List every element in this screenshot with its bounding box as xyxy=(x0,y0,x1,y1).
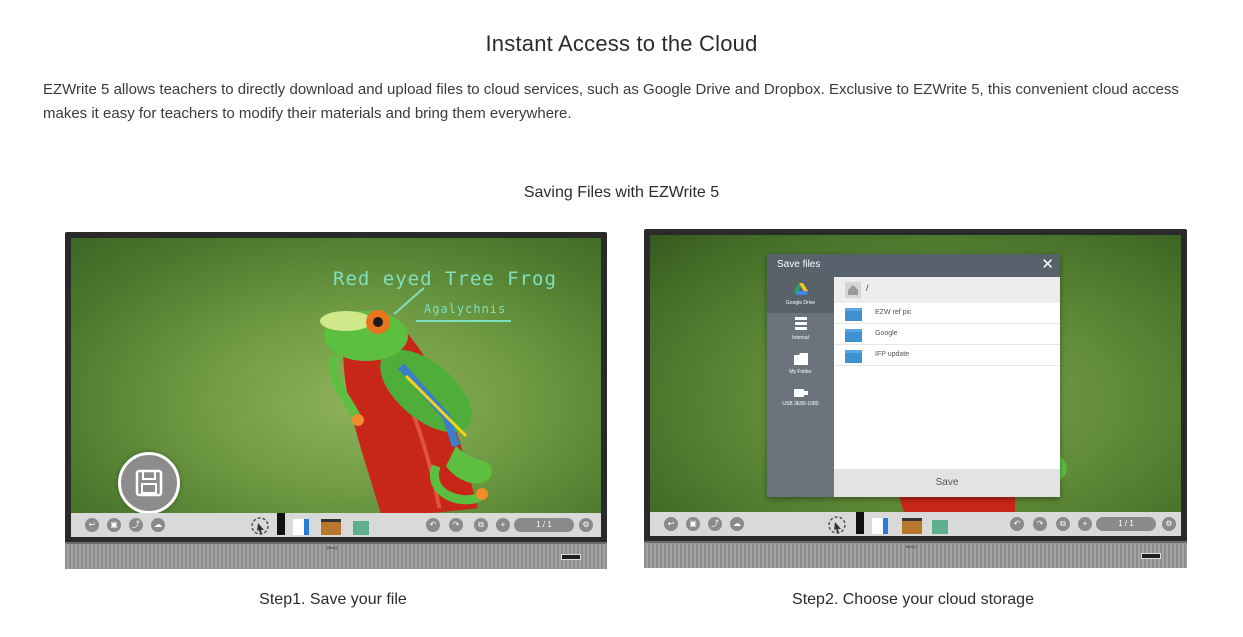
handwritten-underline xyxy=(416,320,511,322)
list-item[interactable]: IFP update xyxy=(834,346,1060,366)
step2-display-image: Save files ✕ Google Drive Internal My Fo… xyxy=(644,229,1187,568)
settings-icon[interactable]: ⚙ xyxy=(1162,517,1176,531)
cloud-icon[interactable]: ☁ xyxy=(730,517,744,531)
sidebar-item-usb[interactable]: USB 3E85-1080 xyxy=(767,389,834,407)
description: EZWrite 5 allows teachers to directly do… xyxy=(43,78,1208,126)
share-icon[interactable]: ⤴ xyxy=(129,518,143,532)
home-icon[interactable] xyxy=(845,282,861,298)
page-indicator[interactable]: 1 / 1 xyxy=(514,518,574,532)
pen-tool-icon[interactable] xyxy=(277,513,285,535)
sidebar-item-google-drive[interactable]: Google Drive xyxy=(767,277,834,313)
folder-icon xyxy=(845,329,862,342)
settings-icon[interactable]: ⚙ xyxy=(579,518,593,532)
handwritten-title: Red eyed Tree Frog xyxy=(333,268,557,290)
redo-icon[interactable]: ↷ xyxy=(449,518,463,532)
dialog-save-button[interactable]: Save xyxy=(834,477,1060,488)
step2-toolbar: ↩ ▣ ⤴ ☁ ↶ ↷ ⧉ + 1 / 1 ⚙ xyxy=(650,512,1181,536)
dialog-title: Save files xyxy=(777,259,821,270)
speaker-bar: BenQ xyxy=(65,542,607,569)
save-icon xyxy=(135,469,163,497)
sidebar-item-my-folder[interactable]: My Folder xyxy=(767,353,834,375)
cloud-icon[interactable]: ☁ xyxy=(151,518,165,532)
folder-icon xyxy=(845,308,862,321)
undo-icon[interactable]: ↶ xyxy=(426,518,440,532)
undo-icon[interactable]: ↶ xyxy=(1010,517,1024,531)
storage-sidebar: Google Drive Internal My Folder USB 3E85… xyxy=(767,277,834,497)
sidebar-label: USB 3E85-1080 xyxy=(782,401,819,407)
background-tool-icon[interactable] xyxy=(932,520,948,534)
close-icon[interactable]: ✕ xyxy=(1041,256,1054,274)
redo-icon[interactable]: ↷ xyxy=(1033,517,1047,531)
brand-logo: BenQ xyxy=(327,545,338,550)
handwritten-arrow xyxy=(393,287,425,315)
exit-icon[interactable]: ↩ xyxy=(85,518,99,532)
save-icon[interactable]: ▣ xyxy=(686,517,700,531)
share-icon[interactable]: ⤴ xyxy=(708,517,722,531)
description-line-1: EZWrite 5 allows teachers to directly do… xyxy=(43,81,1179,98)
file-name: EZW ref pic xyxy=(875,309,912,316)
google-drive-icon xyxy=(793,283,808,295)
pen-tool-icon[interactable] xyxy=(856,512,864,534)
add-page-icon[interactable]: + xyxy=(496,518,510,532)
sidebar-label: My Folder xyxy=(789,369,812,375)
power-button xyxy=(561,554,581,560)
step1-display-image: Red eyed Tree Frog Agalychnis ↩ ▣ ⤴ ☁ ↶ … xyxy=(65,232,607,569)
path-bar: / xyxy=(834,277,1060,303)
list-item[interactable]: Google xyxy=(834,325,1060,345)
brand-logo: BenQ xyxy=(906,544,917,549)
description-line-2: makes it easy for teachers to modify the… xyxy=(43,105,572,122)
frog-graphic xyxy=(320,310,492,505)
handwritten-subtitle: Agalychnis xyxy=(424,302,507,316)
sidebar-label: Internal xyxy=(792,335,809,341)
step2-caption: Step2. Choose your cloud storage xyxy=(792,591,1034,608)
dialog-save-bar[interactable]: Save xyxy=(834,469,1060,497)
pages-icon[interactable]: ⧉ xyxy=(474,518,488,532)
list-item[interactable]: EZW ref pic xyxy=(834,304,1060,324)
section-subtitle: Saving Files with EZWrite 5 xyxy=(523,184,720,201)
current-path: / xyxy=(866,283,869,293)
select-tool-icon[interactable] xyxy=(826,514,848,534)
step2-screen: Save files ✕ Google Drive Internal My Fo… xyxy=(650,235,1181,536)
file-name: IFP update xyxy=(875,351,910,358)
add-page-icon[interactable]: + xyxy=(1078,517,1092,531)
internal-storage-icon xyxy=(794,317,807,330)
pages-icon[interactable]: ⧉ xyxy=(1056,517,1070,531)
speaker-bar: BenQ xyxy=(644,541,1187,568)
toolbox-icon[interactable] xyxy=(902,518,922,534)
power-button xyxy=(1141,553,1161,559)
usb-icon xyxy=(793,389,808,397)
save-icon[interactable]: ▣ xyxy=(107,518,121,532)
step1-toolbar: ↩ ▣ ⤴ ☁ ↶ ↷ ⧉ + 1 / 1 ⚙ xyxy=(71,513,601,537)
step1-screen: Red eyed Tree Frog Agalychnis ↩ ▣ ⤴ ☁ ↶ … xyxy=(71,238,601,537)
select-tool-icon[interactable] xyxy=(249,515,271,535)
folder-icon xyxy=(793,353,808,365)
save-files-dialog: Save files ✕ Google Drive Internal My Fo… xyxy=(767,254,1060,497)
page-indicator[interactable]: 1 / 1 xyxy=(1096,517,1156,531)
dialog-header: Save files ✕ xyxy=(767,254,1060,277)
sidebar-label: Google Drive xyxy=(785,300,816,306)
save-button[interactable] xyxy=(118,452,180,514)
folder-icon xyxy=(845,350,862,363)
background-tool-icon[interactable] xyxy=(353,521,369,535)
step1-caption: Step1. Save your file xyxy=(259,591,407,608)
eraser-tool-icon[interactable] xyxy=(293,519,309,535)
sidebar-item-internal[interactable]: Internal xyxy=(767,317,834,341)
toolbox-icon[interactable] xyxy=(321,519,341,535)
file-name: Google xyxy=(875,330,898,337)
eraser-tool-icon[interactable] xyxy=(872,518,888,534)
page-title: Instant Access to the Cloud xyxy=(485,31,758,56)
exit-icon[interactable]: ↩ xyxy=(664,517,678,531)
